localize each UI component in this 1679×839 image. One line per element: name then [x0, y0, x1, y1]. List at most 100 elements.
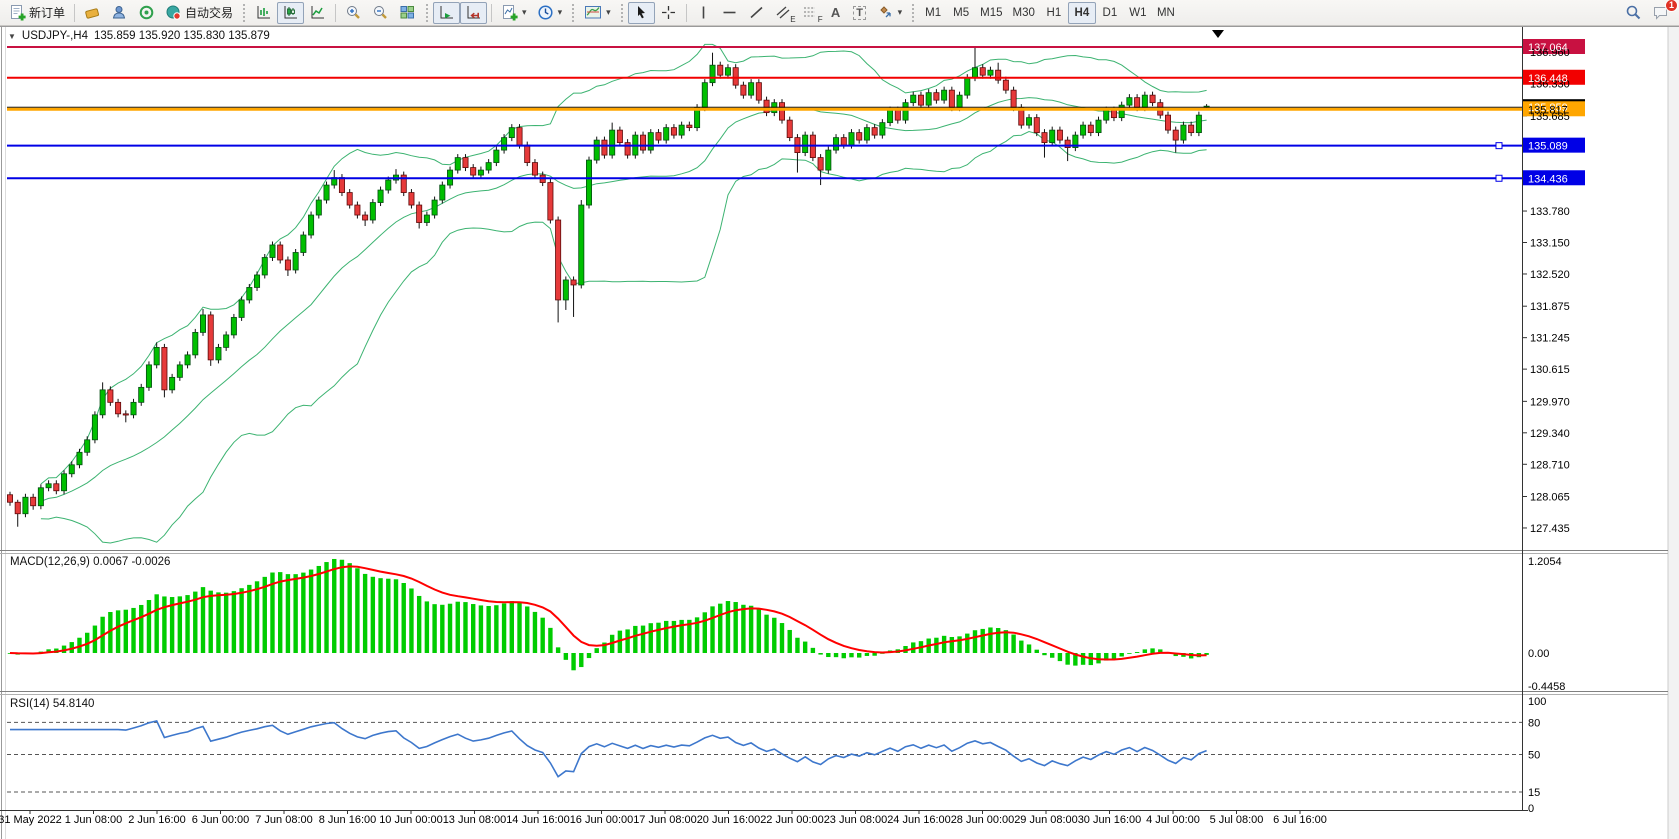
vertical-line-button[interactable] [691, 2, 716, 24]
auto-scroll-button[interactable] [433, 2, 460, 24]
bar-chart-button[interactable] [250, 2, 277, 24]
candle-body-bull [494, 150, 499, 162]
macd-histogram-bar [595, 648, 599, 653]
macd-histogram-bar [255, 581, 259, 653]
candle [239, 296, 244, 320]
tab-timeframe-m30[interactable]: M30 [1008, 2, 1040, 24]
candle-body-bull [293, 252, 298, 269]
horizontal-line-button[interactable] [716, 2, 743, 24]
tab-timeframe-m1[interactable]: M1 [919, 2, 947, 24]
search-button[interactable] [1620, 2, 1647, 24]
tab-timeframe-h1[interactable]: H1 [1040, 2, 1068, 24]
market-watch-button[interactable] [106, 2, 133, 24]
macd-histogram-bar [718, 604, 722, 653]
notification-badge: 1 [1665, 0, 1678, 12]
toolbar: 新订单 自动交易 ▾ ▾ [0, 0, 1679, 26]
tab-timeframe-m5[interactable]: M5 [947, 2, 975, 24]
macd-histogram-bar [409, 588, 413, 653]
candle-body-bull [478, 170, 483, 175]
candle-body-bear [532, 163, 537, 175]
candle-body-bull [170, 377, 175, 389]
candle-body-bull [903, 103, 908, 120]
fibonacci-icon [802, 4, 819, 21]
macd-histogram-bar [1119, 653, 1123, 656]
macd-histogram-bar [332, 559, 336, 653]
cursor-button[interactable] [628, 2, 655, 24]
time-tick-label: 23 Jun 08:00 [824, 814, 888, 826]
candle-body-bear [1011, 90, 1016, 107]
candle-body-bull [254, 275, 259, 287]
tab-timeframe-mn[interactable]: MN [1152, 2, 1180, 24]
indicators-button[interactable]: ▾ [496, 2, 532, 24]
candle [702, 79, 707, 111]
time-tick-label: 4 Jul 00:00 [1146, 814, 1200, 826]
candle-body-bull [146, 365, 151, 387]
macd-histogram-bar [178, 596, 182, 653]
macd-histogram-bar [463, 602, 467, 653]
trendline-button[interactable] [743, 2, 770, 24]
tab-timeframe-w1[interactable]: W1 [1124, 2, 1152, 24]
macd-histogram-bar [502, 603, 506, 653]
macd-histogram-bar [456, 602, 460, 653]
tab-timeframe-d1[interactable]: D1 [1096, 2, 1124, 24]
equidistant-channel-button[interactable]: E [770, 2, 797, 24]
text-button[interactable]: A [824, 2, 848, 24]
arrows-icon [877, 4, 894, 21]
chart-shift-icon [465, 4, 482, 21]
candle-body-bull [378, 190, 383, 202]
time-tick-label: 22 Jun 00:00 [760, 814, 824, 826]
zoom-out-button[interactable] [367, 2, 394, 24]
zoom-in-button[interactable] [340, 2, 367, 24]
charts-button[interactable] [79, 2, 106, 24]
new-order-icon [9, 4, 26, 21]
candle-body-bear [787, 120, 792, 137]
candle-body-bear [525, 145, 530, 162]
candle [139, 384, 144, 406]
candle-body-bear [409, 193, 414, 205]
toolbar-separator [686, 4, 687, 22]
macd-histogram-bar [525, 606, 529, 653]
signals-button[interactable] [133, 2, 160, 24]
bar-chart-icon [255, 4, 272, 21]
level-line-handle[interactable] [1496, 175, 1502, 181]
notifications-button[interactable]: 1 [1647, 2, 1675, 24]
periods-button[interactable]: ▾ [532, 2, 568, 24]
candle [92, 411, 97, 443]
candle [316, 197, 321, 219]
fibonacci-button[interactable]: F [797, 2, 824, 24]
chart-shift-button[interactable] [460, 2, 487, 24]
macd-histogram-bar [649, 623, 653, 653]
tab-timeframe-h4[interactable]: H4 [1068, 2, 1096, 24]
templates-button[interactable]: ▾ [579, 2, 616, 24]
candle-body-bull [38, 488, 43, 506]
crosshair-button[interactable] [655, 2, 682, 24]
level-line-handle[interactable] [1496, 143, 1502, 149]
candle-body-bull [803, 135, 808, 152]
tab-timeframe-m15[interactable]: M15 [975, 2, 1007, 24]
line-chart-button[interactable] [304, 2, 331, 24]
candle-body-bull [231, 317, 236, 334]
signal-icon [138, 4, 155, 21]
macd-indicator-label: MACD(12,26,9) 0.0067 -0.0026 [10, 556, 170, 568]
one-click-marker-icon[interactable]: ▼ [8, 32, 16, 41]
macd-histogram-bar [981, 629, 985, 653]
price-tick-label: 133.780 [1530, 206, 1570, 218]
text-label-button[interactable]: T [848, 2, 872, 24]
price-tick-label: 127.435 [1530, 523, 1570, 535]
candle-body-bull [702, 83, 707, 108]
arrows-button[interactable]: ▾ [872, 2, 908, 24]
candle-body-bull [216, 347, 221, 359]
candle-body-bull [965, 78, 970, 95]
macd-histogram-bar [540, 618, 544, 653]
candle-body-bear [1057, 130, 1062, 140]
candle-body-bull [262, 257, 267, 274]
autotrade-button[interactable]: 自动交易 [160, 2, 238, 24]
candlestick-chart-button[interactable] [277, 2, 304, 24]
candle-body-bull [61, 474, 66, 491]
candle [401, 172, 406, 196]
tile-windows-button[interactable] [394, 2, 421, 24]
new-order-button[interactable]: 新订单 [4, 2, 70, 24]
candle-body-bear [1150, 95, 1155, 102]
chart-canvas[interactable]: 1.20540.00-0.44581008050150136.960136.33… [0, 0, 1679, 839]
price-level-label: 137.064 [1528, 42, 1568, 54]
